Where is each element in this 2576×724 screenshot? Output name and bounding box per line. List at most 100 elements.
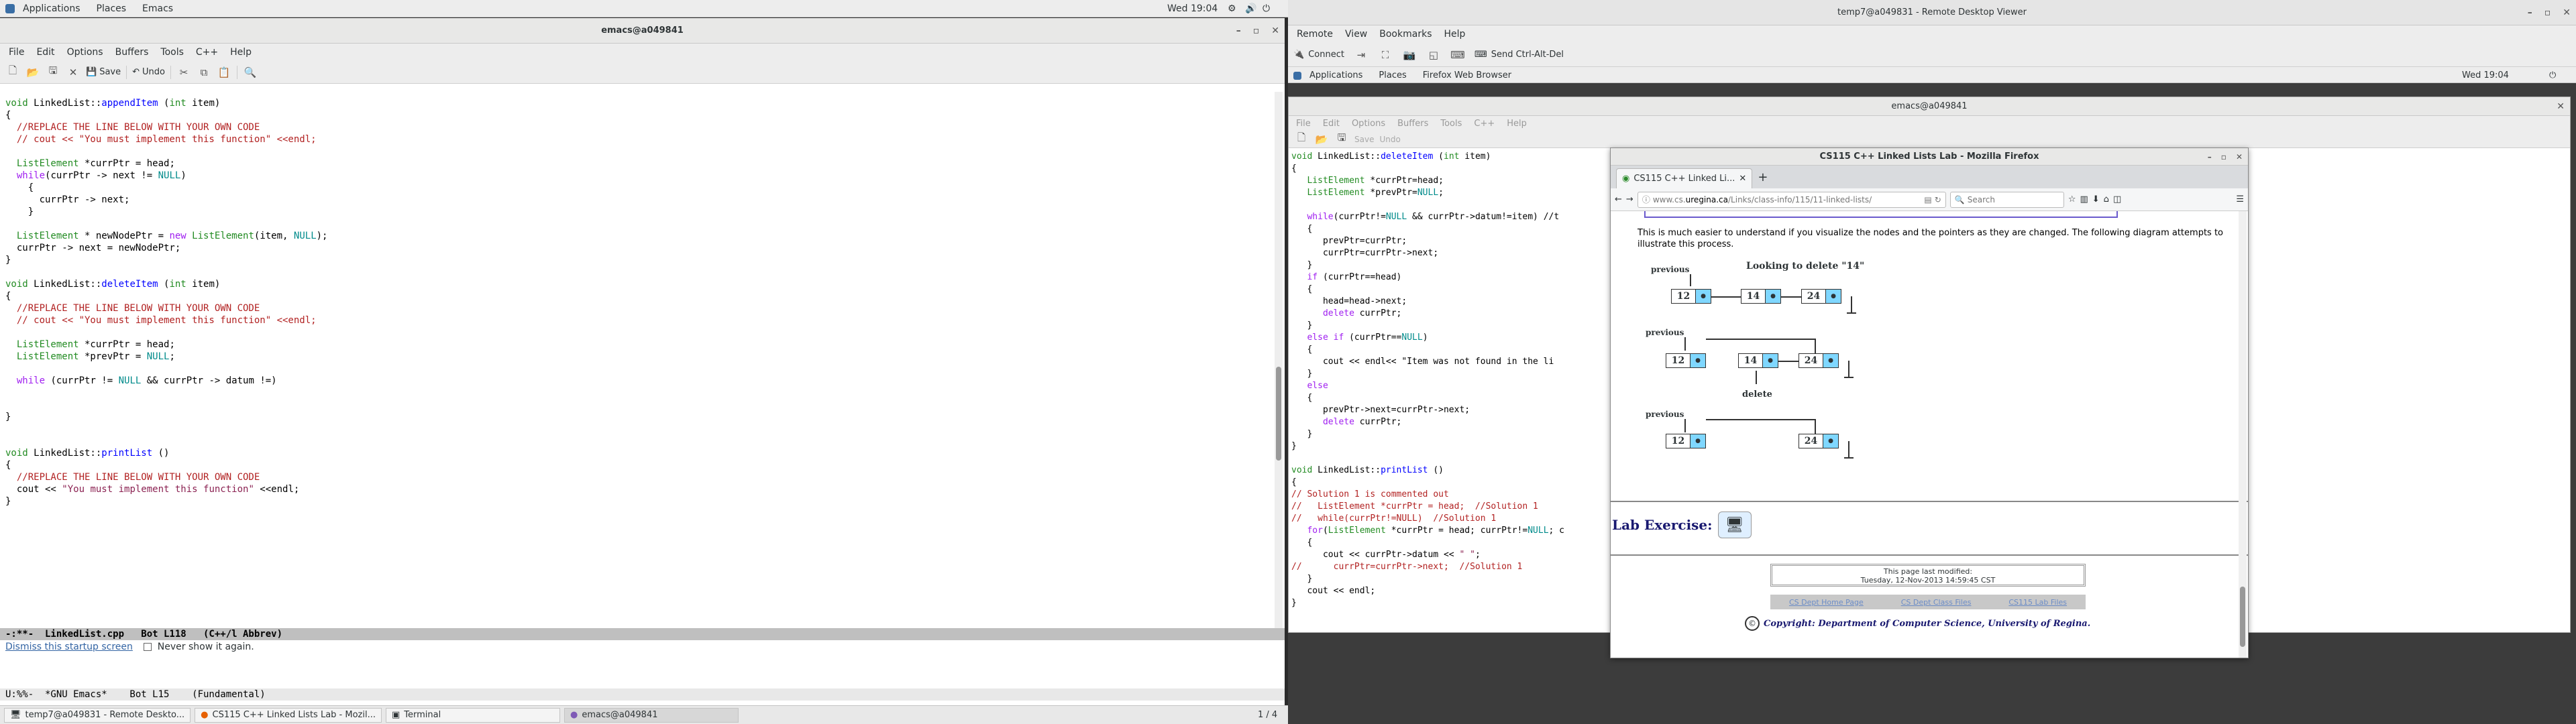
workspace-pager[interactable]: 1 / 4 [1258, 710, 1277, 720]
disconnect-icon[interactable]: ⇥ [1354, 48, 1368, 62]
link-home[interactable]: CS Dept Home Page [1789, 598, 1864, 607]
code-line[interactable]: } [5, 495, 1273, 507]
remote-power-icon[interactable]: ⏻ [2549, 70, 2556, 80]
remote-desktop[interactable]: Applications Places Firefox Web Browser … [1288, 68, 2576, 724]
task-firefox[interactable]: ● CS115 C++ Linked Lists Lab - Mozil... [195, 707, 382, 723]
code-line[interactable] [5, 326, 1273, 339]
tab-close-icon[interactable]: ✕ [1739, 174, 1746, 184]
task-emacs[interactable]: ● emacs@a049841 [564, 707, 739, 723]
tab-linked-list-lab[interactable]: ◉ CS115 C++ Linked Li... ✕ [1616, 168, 1753, 188]
code-text[interactable]: void LinkedList::appendItem (int item){ … [5, 97, 1273, 507]
code-line[interactable] [5, 363, 1273, 375]
code-line[interactable]: while (currPtr != NULL && currPtr -> dat… [5, 375, 1273, 387]
remote-menu-edit[interactable]: Edit [1317, 119, 1346, 129]
menu-bookmarks[interactable]: Bookmarks [1373, 29, 1438, 40]
save-disk-icon[interactable]: 🖫 [46, 64, 60, 80]
viewer-close-icon[interactable]: ✕ [2563, 7, 2571, 18]
menu-file[interactable]: File [3, 47, 30, 58]
code-line[interactable]: void LinkedList::appendItem (int item) [5, 97, 1273, 109]
code-line[interactable]: cout << "You must implement this functio… [5, 483, 1273, 495]
never-show-label[interactable]: Never show it again. [158, 642, 254, 652]
firefox-titlebar[interactable]: CS115 C++ Linked Lists Lab - Mozilla Fir… [1611, 148, 2248, 166]
checkbox-icon[interactable] [144, 643, 152, 651]
bookmark-star-icon[interactable]: ☆ [2068, 194, 2076, 204]
maximize-icon[interactable]: ▫ [1253, 25, 1260, 36]
code-line[interactable] [5, 387, 1273, 399]
code-line[interactable]: void LinkedList::printList () [5, 447, 1273, 459]
code-line[interactable]: } [5, 411, 1273, 423]
ff-close-icon[interactable]: ✕ [2236, 152, 2243, 162]
remote-menu-options[interactable]: Options [1346, 119, 1391, 129]
viewer-titlebar[interactable]: temp7@a049831 - Remote Desktop Viewer – … [1288, 0, 2576, 25]
applications-menu[interactable]: Applications [15, 3, 89, 14]
code-line[interactable]: // cout << "You must implement this func… [5, 133, 1273, 145]
code-line[interactable]: currPtr -> next; [5, 194, 1273, 206]
screenshot-icon[interactable]: 📷 [1402, 48, 1417, 62]
scale-icon[interactable]: ◱ [1426, 48, 1441, 62]
remote-menu-cpp[interactable]: C++ [1468, 119, 1501, 129]
new-tab-icon[interactable]: + [1758, 170, 1768, 188]
remote-menu-tools[interactable]: Tools [1434, 119, 1468, 129]
menu-edit[interactable]: Edit [30, 47, 60, 58]
fullscreen-icon[interactable]: ⛶ [1378, 48, 1393, 62]
remote-save-disk-icon[interactable]: 🖫 [1334, 131, 1349, 147]
remote-applications-menu[interactable]: Applications [1301, 70, 1371, 80]
open-folder-icon[interactable]: 📂 [25, 65, 40, 80]
ff-minimize-icon[interactable]: – [2208, 152, 2212, 162]
code-line[interactable]: while(currPtr -> next != NULL) [5, 170, 1273, 182]
menu-options[interactable]: Options [61, 47, 109, 58]
link-class-files[interactable]: CS Dept Class Files [1901, 598, 1972, 607]
code-line[interactable]: } [5, 206, 1273, 218]
code-line[interactable]: ListElement *prevPtr = NULL; [5, 351, 1273, 363]
menu-remote[interactable]: Remote [1291, 29, 1339, 40]
code-line[interactable]: ListElement * newNodePtr = new ListEleme… [5, 230, 1273, 242]
reload-icon[interactable]: ↻ [1935, 195, 1941, 204]
code-editor[interactable]: void LinkedList::appendItem (int item){ … [0, 92, 1273, 628]
menu-tools[interactable]: Tools [154, 47, 190, 58]
remote-emacs-close-icon[interactable]: ✕ [2557, 101, 2565, 112]
pocket-icon[interactable]: ◫ [2113, 194, 2121, 204]
minimize-icon[interactable]: – [1236, 25, 1241, 36]
power-icon[interactable]: ⏻ [1263, 3, 1270, 14]
ff-maximize-icon[interactable]: ▫ [2221, 152, 2226, 162]
reader-icon[interactable]: ▤ [1924, 195, 1931, 204]
code-line[interactable] [5, 435, 1273, 447]
menu-help[interactable]: Help [224, 47, 258, 58]
scrollbar[interactable] [1275, 92, 1283, 628]
app-menu[interactable]: Emacs [134, 3, 181, 14]
startup-link[interactable]: Dismiss this startup screen [5, 642, 133, 652]
code-line[interactable] [5, 145, 1273, 158]
back-icon[interactable]: ← [1615, 194, 1622, 204]
code-line[interactable]: ListElement *currPtr = head; [5, 339, 1273, 351]
code-line[interactable]: void LinkedList::deleteItem (int item) [5, 278, 1273, 290]
code-line[interactable]: // cout << "You must implement this func… [5, 314, 1273, 326]
code-line[interactable]: { [5, 459, 1273, 471]
menu-help[interactable]: Help [1438, 29, 1471, 40]
library-icon[interactable]: ▥ [2080, 194, 2088, 204]
scrollbar-thumb[interactable] [1276, 367, 1281, 461]
code-line[interactable]: { [5, 290, 1273, 302]
code-line[interactable] [5, 399, 1273, 411]
remote-clock[interactable]: Wed 19:04 [2462, 70, 2509, 80]
paste-icon[interactable]: 📋 [217, 65, 231, 80]
code-line[interactable]: { [5, 109, 1273, 121]
remote-places-menu[interactable]: Places [1371, 70, 1414, 80]
remote-menu-buffers[interactable]: Buffers [1391, 119, 1434, 129]
link-lab-files[interactable]: CS115 Lab Files [2008, 598, 2067, 607]
remote-emacs-titlebar[interactable]: emacs@a049841 ✕ [1289, 97, 2570, 116]
keys-icon[interactable]: ⌨ [1450, 48, 1465, 62]
startup-buffer[interactable]: Dismiss this startup screen Never show i… [0, 640, 1285, 687]
remote-menu-file[interactable]: File [1290, 119, 1317, 129]
code-line[interactable]: { [5, 182, 1273, 194]
remote-menu-help[interactable]: Help [1501, 119, 1533, 129]
remote-undo-button[interactable]: Undo [1379, 135, 1400, 144]
undo-button[interactable]: ↶ Undo [132, 67, 165, 77]
code-line[interactable] [5, 218, 1273, 230]
close-icon[interactable]: ✕ [1271, 25, 1279, 36]
task-terminal[interactable]: ▣ Terminal [386, 707, 560, 723]
copy-icon[interactable]: ⧉ [197, 65, 211, 80]
remote-new-file-icon[interactable]: 🗋 [1294, 131, 1309, 147]
send-keys-button[interactable]: ⌨ Send Ctrl-Alt-Del [1474, 50, 1564, 60]
hamburger-menu-icon[interactable]: ☰ [2236, 194, 2244, 204]
info-icon[interactable]: ⓘ [1642, 194, 1650, 205]
